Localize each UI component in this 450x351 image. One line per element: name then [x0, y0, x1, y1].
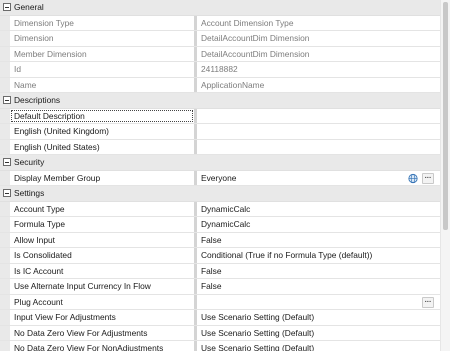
property-value-input[interactable]: Everyone: [197, 171, 440, 186]
property-name: Allow Input: [14, 234, 55, 245]
collapse-icon[interactable]: [3, 189, 11, 197]
property-value: ApplicationName: [201, 79, 265, 90]
property-row-is-ic-account[interactable]: Is IC Account False: [0, 263, 440, 279]
category-label: Settings: [14, 188, 45, 198]
property-name: Dimension Type: [14, 17, 74, 28]
property-value-input[interactable]: [197, 109, 440, 124]
row-gutter: [0, 46, 10, 61]
row-gutter: [0, 170, 10, 185]
collapse-icon[interactable]: [3, 158, 11, 166]
category-security[interactable]: Security: [0, 155, 440, 171]
property-name: Name: [14, 79, 37, 90]
ellipsis-button[interactable]: ...: [422, 296, 434, 308]
property-value-input[interactable]: DynamicCalc: [197, 217, 440, 232]
property-value-input[interactable]: False: [197, 233, 440, 248]
property-row-default-description[interactable]: Default Description: [0, 108, 440, 124]
category-descriptions[interactable]: Descriptions: [0, 93, 440, 109]
property-row-dimension-type[interactable]: Dimension Type Account Dimension Type: [0, 15, 440, 31]
property-name: English (United States): [14, 141, 100, 152]
property-row-dimension[interactable]: Dimension DetailAccountDim Dimension: [0, 31, 440, 47]
category-general[interactable]: General: [0, 0, 440, 16]
property-name: Formula Type: [14, 219, 66, 229]
property-row-display-member-group[interactable]: Display Member Group Everyone ...: [0, 170, 440, 186]
property-row-plug-account[interactable]: Plug Account ...: [0, 294, 440, 310]
property-value: DetailAccountDim Dimension: [201, 33, 310, 43]
row-gutter: [0, 217, 10, 232]
property-name: Member Dimension: [14, 48, 87, 59]
category-label: General: [14, 2, 44, 12]
category-settings[interactable]: Settings: [0, 186, 440, 202]
property-name: Default Description: [10, 109, 194, 124]
property-row-input-view-adjustments[interactable]: Input View For Adjustments Use Scenario …: [0, 310, 440, 326]
property-value-input[interactable]: [197, 124, 440, 139]
category-label: Security: [14, 157, 45, 167]
property-row-formula-type[interactable]: Formula Type DynamicCalc: [0, 217, 440, 233]
property-name: Use Alternate Input Currency In Flow: [14, 281, 151, 291]
collapse-icon[interactable]: [3, 96, 11, 104]
property-value-input[interactable]: False: [197, 264, 440, 279]
property-name: Plug Account: [14, 296, 63, 307]
row-gutter: [0, 201, 10, 216]
property-name: Input View For Adjustments: [14, 312, 116, 322]
ellipsis-icon: ...: [424, 173, 432, 180]
ellipsis-button[interactable]: ...: [422, 172, 434, 184]
property-value-input[interactable]: False: [197, 279, 440, 294]
property-value: 24118882: [201, 64, 238, 74]
property-value-input[interactable]: Use Scenario Setting (Default): [197, 310, 440, 325]
row-gutter: [0, 279, 10, 294]
property-grid: General Dimension Type Account Dimension…: [0, 0, 440, 351]
property-name: Is Consolidated: [14, 250, 72, 260]
row-gutter: [0, 325, 10, 340]
property-row-english-uk[interactable]: English (United Kingdom): [0, 124, 440, 140]
row-gutter: [0, 248, 10, 263]
row-gutter: [0, 108, 10, 123]
row-gutter: [0, 232, 10, 247]
row-gutter: [0, 31, 10, 46]
row-gutter: [0, 77, 10, 92]
property-name: Id: [14, 64, 21, 74]
globe-icon[interactable]: [407, 173, 419, 184]
property-row-id[interactable]: Id 24118882: [0, 62, 440, 78]
ellipsis-icon: ...: [424, 297, 432, 304]
property-name: No Data Zero View For NonAdjustments: [14, 343, 164, 351]
row-gutter: [0, 310, 10, 325]
property-name: English (United Kingdom): [14, 126, 109, 136]
property-row-no-data-zero-view-adjustments[interactable]: No Data Zero View For Adjustments Use Sc…: [0, 325, 440, 341]
property-name: Is IC Account: [14, 265, 64, 276]
property-name: Dimension: [14, 33, 54, 43]
property-name: Account Type: [14, 203, 65, 214]
property-name: No Data Zero View For Adjustments: [14, 327, 148, 338]
row-gutter: [0, 139, 10, 154]
property-value-input[interactable]: Use Scenario Setting (Default): [197, 326, 440, 341]
row-gutter: [0, 62, 10, 77]
property-name: Display Member Group: [14, 172, 101, 183]
property-row-is-consolidated[interactable]: Is Consolidated Conditional (True if no …: [0, 248, 440, 264]
property-value-input[interactable]: Use Scenario Setting (Default): [197, 341, 440, 351]
property-value-input[interactable]: [197, 140, 440, 155]
collapse-icon[interactable]: [3, 3, 11, 11]
property-value-input[interactable]: Conditional (True if no Formula Type (de…: [197, 248, 440, 263]
row-gutter: [0, 294, 10, 309]
scrollbar-thumb[interactable]: [443, 2, 448, 230]
category-label: Descriptions: [14, 95, 61, 105]
property-value-input[interactable]: DynamicCalc: [197, 202, 440, 217]
property-value: Account Dimension Type: [201, 17, 294, 28]
property-value: DetailAccountDim Dimension: [201, 48, 310, 59]
property-row-member-dimension[interactable]: Member Dimension DetailAccountDim Dimens…: [0, 46, 440, 62]
row-gutter: [0, 15, 10, 30]
property-value-input[interactable]: [197, 295, 440, 310]
vertical-scrollbar[interactable]: [440, 0, 450, 351]
property-row-alternate-input-currency[interactable]: Use Alternate Input Currency In Flow Fal…: [0, 279, 440, 295]
property-row-name[interactable]: Name ApplicationName: [0, 77, 440, 93]
row-gutter: [0, 124, 10, 139]
row-gutter: [0, 263, 10, 278]
property-row-english-us[interactable]: English (United States): [0, 139, 440, 155]
property-row-account-type[interactable]: Account Type DynamicCalc: [0, 201, 440, 217]
row-gutter: [0, 341, 10, 351]
property-row-no-data-zero-view-nonadjustments[interactable]: No Data Zero View For NonAdjustments Use…: [0, 341, 440, 351]
property-row-allow-input[interactable]: Allow Input False: [0, 232, 440, 248]
